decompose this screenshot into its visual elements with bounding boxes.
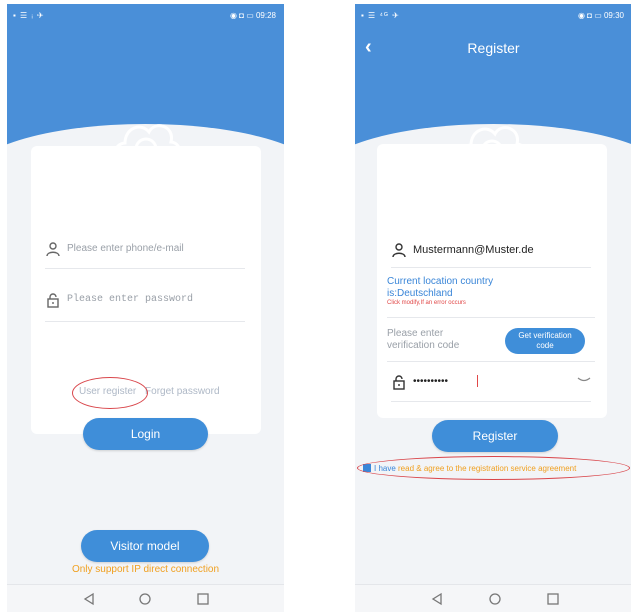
email-value: Mustermann@Muster.de	[413, 244, 534, 256]
app-logo	[453, 114, 531, 174]
register-screen: ▪ ☰ ⁴ᴳ ✈ ◉ ◘ ▭ 09:30 ‹ Register Musterma…	[355, 4, 631, 612]
visitor-model-button[interactable]: Visitor model	[81, 530, 209, 562]
system-nav-bar	[7, 584, 284, 612]
get-verification-code-button[interactable]: Get verification code	[505, 328, 585, 354]
system-nav-bar	[355, 584, 631, 612]
cloud-camera-icon	[459, 126, 528, 166]
eye-closed-icon[interactable]	[577, 376, 591, 384]
register-card: Mustermann@Muster.de Current location co…	[377, 144, 607, 418]
location-line-1: Current location country	[387, 276, 494, 287]
email-field[interactable]: Mustermann@Muster.de	[391, 242, 591, 268]
login-button[interactable]: Login	[83, 418, 208, 450]
status-icons-right: ◉ ◘ ▭ 09:28	[229, 11, 276, 20]
status-bar: ▪ ☰ ᵢ ✈ ◉ ◘ ▭ 09:28	[7, 4, 284, 26]
back-nav-icon[interactable]	[430, 592, 444, 606]
forget-password-link[interactable]: Forget password	[145, 386, 219, 397]
password-field[interactable]: ••••••••••	[391, 374, 591, 402]
recents-nav-icon[interactable]	[196, 592, 210, 606]
location-hint: Click modify,If an error occurs	[387, 300, 466, 306]
register-button[interactable]: Register	[432, 420, 558, 452]
password-field[interactable]: Please enter password	[45, 292, 245, 322]
home-nav-icon[interactable]	[138, 592, 152, 606]
highlight-ellipse	[357, 456, 630, 480]
ip-direct-note: Only support IP direct connection	[71, 564, 220, 575]
get-code-label-2: code	[536, 341, 554, 350]
status-bar: ▪ ☰ ⁴ᴳ ✈ ◉ ◘ ▭ 09:30	[355, 4, 631, 26]
user-icon	[392, 243, 406, 258]
password-masked: ••••••••••	[413, 376, 449, 387]
app-logo	[107, 112, 185, 172]
get-code-label-1: Get verification	[518, 331, 572, 340]
user-icon	[46, 242, 60, 257]
lock-icon	[47, 293, 59, 308]
location-country[interactable]: Current location country is:Deutschland …	[387, 276, 595, 318]
recents-nav-icon[interactable]	[546, 592, 560, 606]
phone-email-field[interactable]: Please enter phone/e-mail	[45, 241, 245, 269]
phone-email-placeholder: Please enter phone/e-mail	[67, 243, 184, 254]
page-title: Register	[467, 40, 520, 56]
back-nav-icon[interactable]	[82, 592, 96, 606]
status-icons-left: ▪ ☰ ⁴ᴳ ✈	[361, 11, 400, 20]
status-icons-left: ▪ ☰ ᵢ ✈	[13, 11, 45, 20]
lock-icon	[393, 375, 405, 390]
verification-code-field[interactable]: Please enter verification code Get verif…	[387, 328, 595, 362]
title-bar: ‹ Register	[355, 34, 631, 62]
home-nav-icon[interactable]	[488, 592, 502, 606]
login-screen: ▪ ☰ ᵢ ✈ ◉ ◘ ▭ 09:28 Please enter phone/e…	[7, 4, 284, 612]
status-icons-right: ◉ ◘ ▭ 09:30	[577, 11, 624, 20]
cloud-camera-icon	[113, 124, 182, 164]
password-placeholder: Please enter password	[67, 294, 194, 305]
highlight-ellipse	[72, 377, 148, 409]
location-line-2: is:Deutschland	[387, 288, 453, 299]
text-cursor	[477, 375, 478, 387]
